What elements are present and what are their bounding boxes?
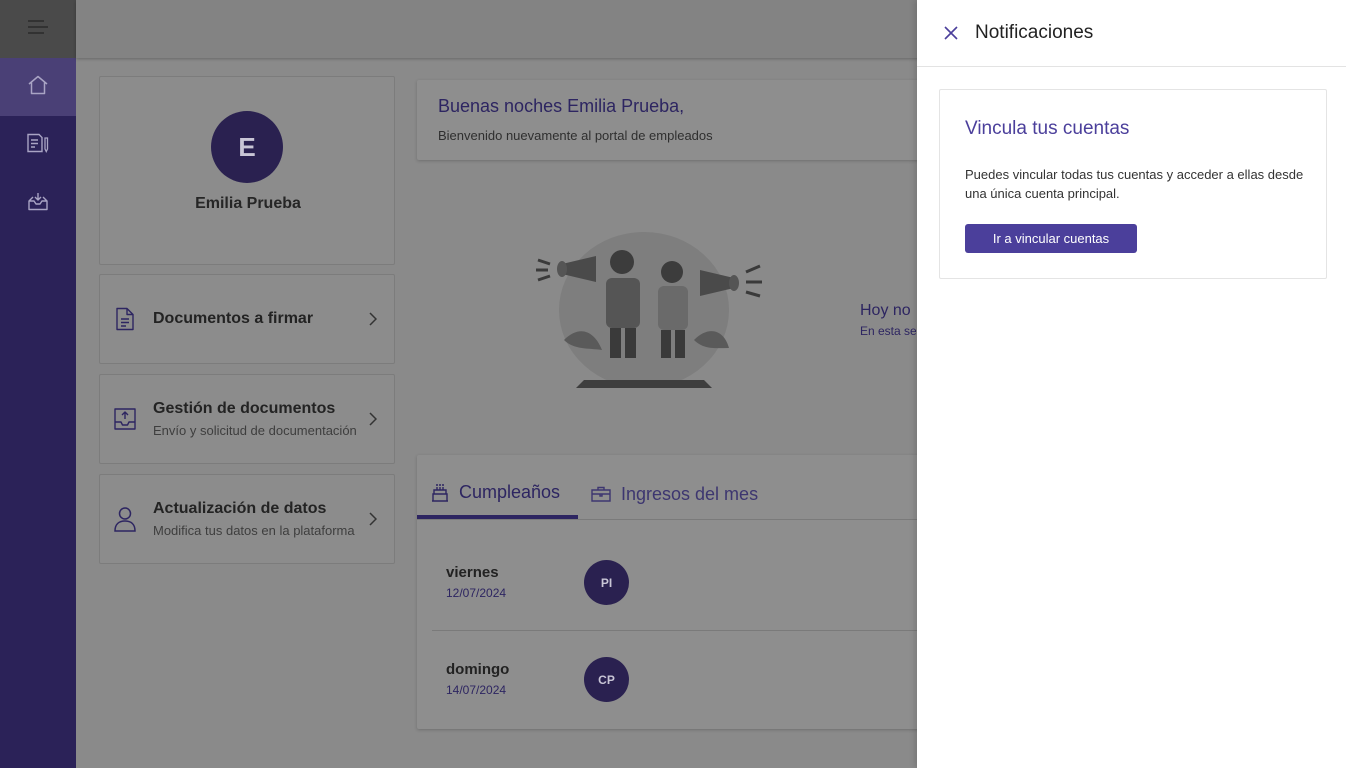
menu-toggle-button[interactable] <box>0 0 76 58</box>
tab-monthly-hires[interactable]: Ingresos del mes <box>591 469 758 519</box>
documents-to-sign-card[interactable]: Documentos a firmar <box>99 274 395 364</box>
megaphone-illustration <box>524 230 769 390</box>
avatar[interactable]: CP <box>584 657 629 702</box>
document-icon <box>113 306 137 332</box>
user-icon <box>113 506 137 532</box>
tab-label: Ingresos del mes <box>621 483 759 504</box>
document-management-card[interactable]: Gestión de documentos Envío y solicitud … <box>99 374 395 464</box>
notifications-drawer: Notificaciones Vincula tus cuentas Puede… <box>917 0 1346 768</box>
drawer-title: Notificaciones <box>975 22 1094 43</box>
birthdays-card: Cumpleaños Ingresos del mes viernes 12/0… <box>417 455 937 729</box>
birthday-date: 14/07/2024 <box>446 683 507 697</box>
home-icon <box>27 75 49 100</box>
inbox-icon <box>27 191 49 216</box>
hamburger-icon <box>27 19 49 39</box>
greeting-title: Buenas noches Emilia Prueba, <box>438 96 685 116</box>
update-data-card[interactable]: Actualización de datos Modifica tus dato… <box>99 474 395 564</box>
greeting-card: Buenas noches Emilia Prueba, Bienvenido … <box>417 80 937 160</box>
birthday-day: domingo <box>446 661 510 678</box>
tab-label: Cumpleaños <box>459 481 561 502</box>
sidebar-item-sign-documents[interactable] <box>0 116 76 174</box>
greeting-subtitle: Bienvenido nuevamente al portal de emple… <box>438 128 713 143</box>
avatar[interactable]: PI <box>584 560 629 605</box>
notification-card: Vincula tus cuentas Puedes vincular toda… <box>939 89 1327 279</box>
drawer-header: Notificaciones <box>917 0 1346 67</box>
sidebar-item-inbox[interactable] <box>0 174 76 232</box>
chevron-right-icon <box>364 412 382 426</box>
chevron-right-icon <box>364 312 382 326</box>
menu-card-subtitle: Envío y solicitud de documentación <box>153 423 357 438</box>
avatar: E <box>211 111 283 183</box>
briefcase-icon <box>591 486 611 502</box>
profile-name: Emilia Prueba <box>195 195 301 212</box>
chevron-right-icon <box>364 512 382 526</box>
birthday-day: viernes <box>446 564 499 581</box>
notification-title: Vincula tus cuentas <box>965 118 1130 139</box>
divider <box>417 519 937 520</box>
sign-document-icon <box>26 133 50 158</box>
menu-card-title: Gestión de documentos <box>153 400 336 417</box>
tab-birthdays[interactable]: Cumpleaños <box>417 469 578 519</box>
menu-card-title: Actualización de datos <box>153 500 327 517</box>
link-accounts-button[interactable]: Ir a vincular cuentas <box>965 224 1137 253</box>
birthday-date: 12/07/2024 <box>446 586 507 600</box>
announcements-empty-title: Hoy no h <box>860 302 916 319</box>
announcements-empty-subtitle: En esta se <box>860 324 916 338</box>
upload-tray-icon <box>113 406 137 432</box>
notification-text: Puedes vincular todas tus cuentas y acce… <box>965 167 1304 201</box>
list-item: viernes 12/07/2024 PI <box>432 533 937 630</box>
sidebar <box>0 0 76 768</box>
menu-card-title: Documentos a firmar <box>153 310 314 327</box>
close-icon[interactable] <box>943 25 959 41</box>
sidebar-item-home[interactable] <box>0 58 76 116</box>
cake-icon <box>431 482 449 502</box>
menu-card-subtitle: Modifica tus datos en la plataforma <box>153 523 355 538</box>
profile-card: E Emilia Prueba <box>99 76 395 265</box>
list-item: domingo 14/07/2024 CP <box>432 630 937 727</box>
